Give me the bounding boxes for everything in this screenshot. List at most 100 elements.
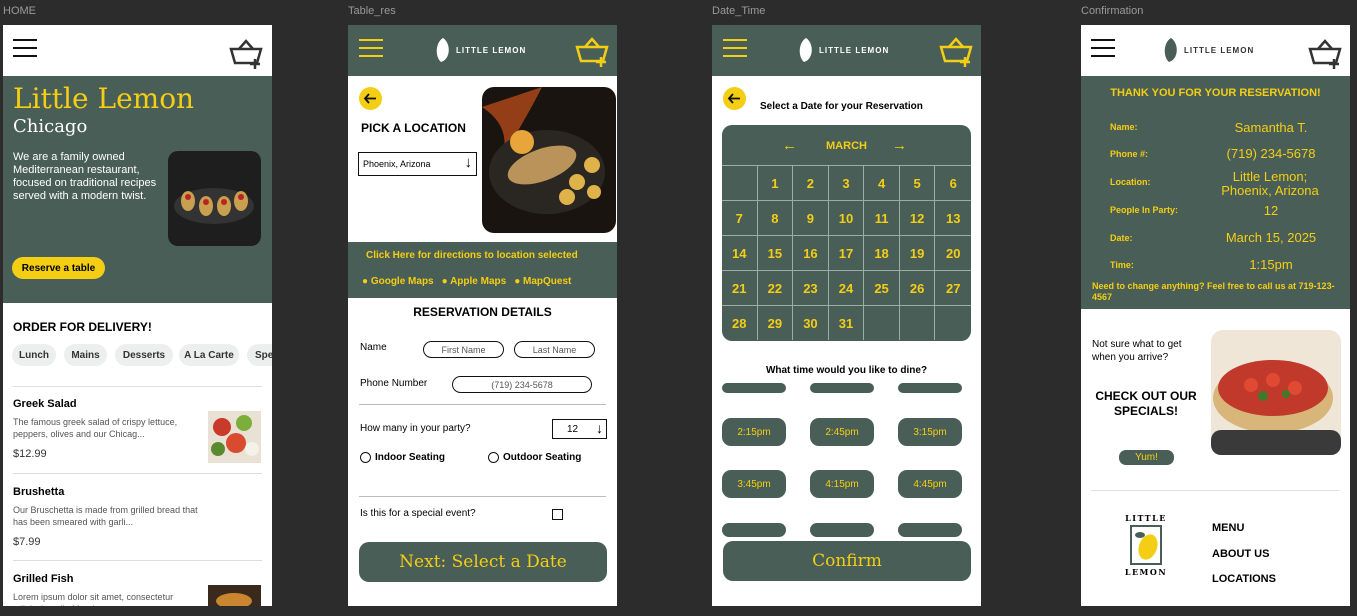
phone-field[interactable]: (719) 234-5678 [452,376,592,393]
menu-item-name: Brushetta [13,486,65,498]
calendar-day[interactable]: 3 [828,165,865,200]
calendar-day[interactable]: 20 [935,235,971,270]
yum-button[interactable]: Yum! [1119,450,1174,465]
calendar-day[interactable]: 27 [935,270,971,305]
change-note: Need to change anything? Feel free to ca… [1092,281,1335,302]
menu-icon[interactable] [13,39,37,57]
last-name-field[interactable]: Last Name [514,341,595,358]
basket-icon[interactable] [939,37,973,67]
category-mains[interactable]: Mains [64,344,107,366]
indoor-seating-label: Indoor Seating [375,452,445,463]
time-slot[interactable]: 4:45pm [898,470,962,498]
time-slot[interactable] [898,383,962,393]
time-slot[interactable] [722,383,786,393]
time-slot[interactable]: 3:15pm [898,418,962,446]
header: LITTLE LEMON [348,25,617,76]
basket-icon[interactable] [229,39,263,69]
greek-salad-image [208,411,261,463]
apple-maps-link[interactable]: ● Apple Maps [442,276,507,287]
special-event-label: Is this for a special event? [360,508,476,519]
menu-icon[interactable] [1091,39,1115,57]
mapquest-link[interactable]: ● MapQuest [514,276,571,287]
footer-link-menu[interactable]: MENU [1212,522,1244,534]
special-event-checkbox[interactable] [552,509,563,520]
first-name-field[interactable]: First Name [423,341,504,358]
radio-icon [360,452,371,463]
confirm-button[interactable]: Confirm [723,541,971,581]
lemon-logo-icon [1164,38,1177,62]
calendar-day[interactable]: 30 [793,305,829,340]
calendar-day[interactable]: 22 [757,270,794,305]
calendar-day[interactable]: 26 [899,270,936,305]
reservation-details-heading: RESERVATION DETAILS [413,305,552,319]
phone-label: Phone Number [360,378,428,389]
calendar-day[interactable]: 9 [793,200,829,235]
calendar-day[interactable]: 23 [793,270,829,305]
calendar-day[interactable]: 28 [722,305,758,340]
frame-label-date: Date_Time [712,5,766,17]
calendar-day[interactable]: 24 [828,270,865,305]
name-label: Name: [1110,122,1138,132]
time-slot[interactable] [722,523,786,537]
calendar-day[interactable]: 12 [899,200,936,235]
calendar-day[interactable]: 19 [899,235,936,270]
directions-link[interactable]: Click Here for directions to location se… [366,250,578,261]
confirmation-summary: THANK YOU FOR YOUR RESERVATION! Name: Sa… [1081,76,1350,309]
reserve-table-button[interactable]: Reserve a table [12,257,105,279]
calendar-empty-cell [935,305,971,340]
calendar-day[interactable]: 31 [828,305,865,340]
calendar: ← MARCH → 1 2 3 4 5 6 7 8 9 10 11 12 13 14 15 16 17 18 19 2… [722,125,971,341]
back-arrow-icon[interactable] [359,87,382,110]
basket-icon[interactable] [1308,39,1342,69]
time-slot[interactable] [898,523,962,537]
location-select[interactable]: Phoenix, Arizona ↓ [358,152,477,176]
calendar-day[interactable]: 6 [935,165,971,200]
outdoor-seating-radio[interactable]: Outdoor Seating [488,452,581,463]
footer-logo-top: LITTLE [1125,513,1167,523]
time-slot[interactable]: 3:45pm [722,470,786,498]
calendar-day[interactable]: 8 [757,200,794,235]
category-desserts[interactable]: Desserts [115,344,173,366]
home-frame: Little Lemon Chicago We are a family own… [3,25,272,606]
radio-icon [488,452,499,463]
google-maps-link[interactable]: ● Google Maps [362,276,434,287]
calendar-day[interactable]: 1 [757,165,794,200]
calendar-day[interactable]: 15 [757,235,794,270]
time-label: Time: [1110,260,1134,270]
calendar-day[interactable]: 16 [793,235,829,270]
calendar-day[interactable]: 29 [757,305,794,340]
time-slot[interactable] [810,523,874,537]
calendar-day[interactable]: 18 [864,235,900,270]
back-arrow-icon[interactable] [723,87,746,110]
calendar-day[interactable]: 10 [828,200,865,235]
header: LITTLE LEMON [712,25,981,76]
footer-link-about[interactable]: ABOUT US [1212,548,1269,560]
calendar-day[interactable]: 5 [899,165,936,200]
category-specials[interactable]: Specials [247,344,272,366]
time-slot[interactable]: 2:15pm [722,418,786,446]
calendar-day[interactable]: 7 [722,200,758,235]
time-slot[interactable]: 2:45pm [810,418,874,446]
calendar-day[interactable]: 17 [828,235,865,270]
menu-icon[interactable] [723,39,747,57]
next-select-date-button[interactable]: Next: Select a Date [359,542,607,582]
select-date-heading: Select a Date for your Reservation [760,101,923,112]
time-slot[interactable]: 4:15pm [810,470,874,498]
category-a-la-carte[interactable]: A La Carte [179,344,239,366]
calendar-day[interactable]: 21 [722,270,758,305]
party-size-select[interactable]: 12 ↓ [552,419,607,439]
menu-icon[interactable] [359,39,383,57]
calendar-day[interactable]: 25 [864,270,900,305]
lemon-logo-icon [436,38,449,62]
calendar-day[interactable]: 14 [722,235,758,270]
calendar-day[interactable]: 11 [864,200,900,235]
category-lunch[interactable]: Lunch [12,344,56,366]
time-slot[interactable] [810,383,874,393]
calendar-day[interactable]: 13 [935,200,971,235]
footer-link-locations[interactable]: LOCATIONS [1212,573,1276,585]
calendar-day[interactable]: 4 [864,165,900,200]
next-month-arrow-icon[interactable]: → [892,137,907,154]
calendar-day[interactable]: 2 [793,165,829,200]
basket-icon[interactable] [575,37,609,67]
indoor-seating-radio[interactable]: Indoor Seating [360,452,445,463]
